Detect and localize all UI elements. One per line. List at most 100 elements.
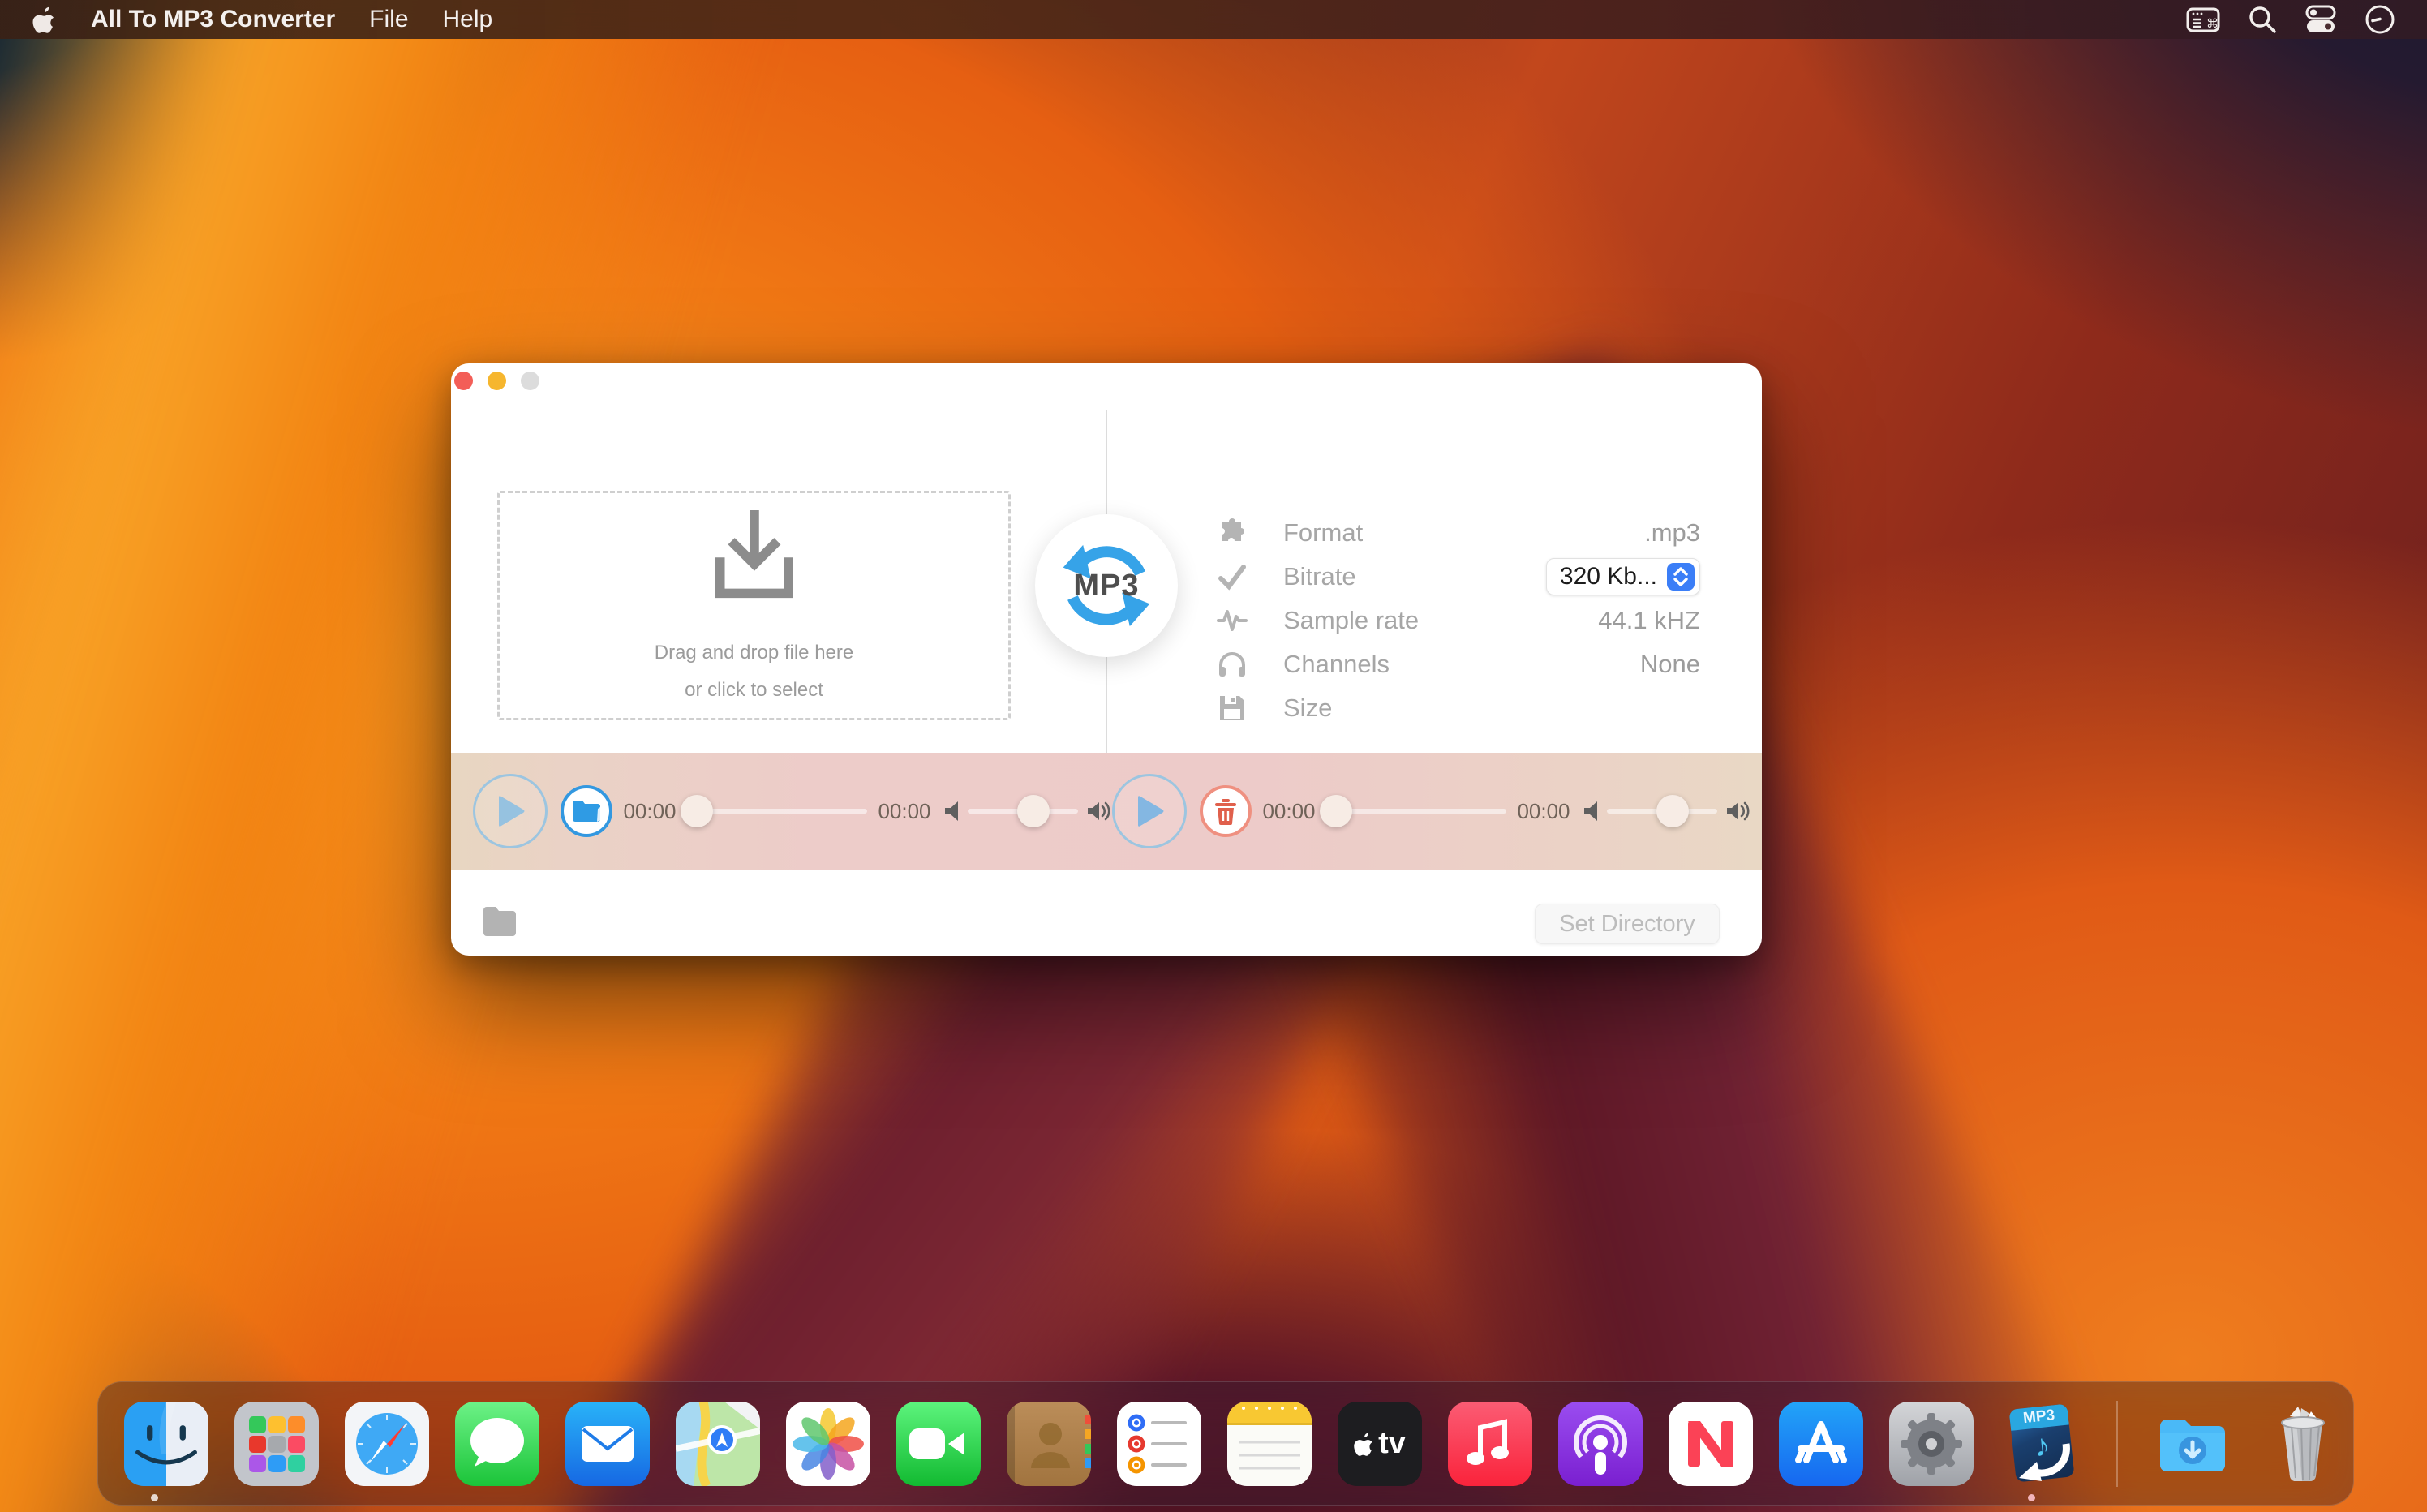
check-icon xyxy=(1217,562,1248,591)
puzzle-icon xyxy=(1217,518,1248,548)
minimize-button[interactable] xyxy=(488,372,506,390)
dock-item-reminders[interactable] xyxy=(1117,1402,1201,1486)
time-elapsed: 00:00 xyxy=(1258,799,1320,824)
dock-item-launchpad[interactable] xyxy=(234,1402,319,1486)
badge-label: MP3 xyxy=(1073,569,1139,604)
clock-icon[interactable] xyxy=(2364,3,2396,36)
seek-slider[interactable] xyxy=(1323,793,1506,829)
mp3-convert-badge: MP3 xyxy=(1035,514,1178,657)
folder-icon xyxy=(571,799,602,823)
setting-value: None xyxy=(1640,650,1700,679)
seek-slider[interactable] xyxy=(684,793,867,829)
setting-row-size: Size xyxy=(1217,686,1700,730)
keyboard-input-icon[interactable]: ⌘ xyxy=(2185,5,2221,34)
slider-thumb[interactable] xyxy=(1656,795,1689,827)
dock-item-podcasts[interactable] xyxy=(1558,1402,1643,1486)
dock-item-photos[interactable] xyxy=(786,1402,870,1486)
music-icon xyxy=(1448,1402,1532,1486)
output-folder-icon xyxy=(482,905,518,940)
dock-item-trash[interactable] xyxy=(2261,1402,2345,1486)
volume-slider[interactable] xyxy=(968,793,1078,829)
news-icon xyxy=(1669,1402,1753,1486)
file-dropzone[interactable]: Drag and drop file here or click to sele… xyxy=(497,491,1011,720)
play-source-button[interactable] xyxy=(473,774,548,848)
bitrate-select[interactable]: 320 Kb... xyxy=(1546,558,1700,595)
dock-item-music[interactable] xyxy=(1448,1402,1532,1486)
dropzone-line1: Drag and drop file here xyxy=(655,642,853,664)
downloads-folder-icon xyxy=(2150,1402,2235,1486)
running-indicator-mp3-converter xyxy=(2028,1494,2035,1501)
dock-item-facetime[interactable] xyxy=(896,1402,981,1486)
bitrate-value: 320 Kb... xyxy=(1560,563,1657,591)
app-store-icon xyxy=(1779,1402,1863,1486)
setting-row-bitrate: Bitrate 320 Kb... xyxy=(1217,555,1700,599)
setting-label: Channels xyxy=(1283,650,1640,679)
reminders-icon xyxy=(1117,1402,1201,1486)
set-directory-button[interactable]: Set Directory xyxy=(1535,904,1720,944)
convert-arrow-overlay xyxy=(2000,1402,2084,1486)
play-icon xyxy=(1133,793,1166,829)
delete-output-button[interactable] xyxy=(1200,785,1252,837)
mail-icon xyxy=(565,1402,650,1486)
gear-icon xyxy=(1889,1402,1974,1486)
stepper-icon xyxy=(1667,563,1695,591)
setting-row-format: Format .mp3 xyxy=(1217,511,1700,555)
waveform-icon xyxy=(1217,608,1248,634)
play-output-button[interactable] xyxy=(1112,774,1187,848)
volume-slider[interactable] xyxy=(1607,793,1717,829)
save-icon xyxy=(1217,694,1248,722)
messages-icon xyxy=(455,1402,539,1486)
control-center-icon[interactable] xyxy=(2304,4,2338,35)
active-app-menu[interactable]: All To MP3 Converter xyxy=(91,6,335,33)
dock-item-contacts[interactable] xyxy=(1007,1402,1091,1486)
safari-icon xyxy=(345,1402,429,1486)
menu-bar: All To MP3 Converter File Help ⌘ xyxy=(0,0,2427,39)
svg-text:⌘: ⌘ xyxy=(2206,16,2219,31)
dock-item-downloads-folder[interactable] xyxy=(2150,1402,2235,1486)
dock-item-finder[interactable] xyxy=(124,1402,208,1486)
menu-file[interactable]: File xyxy=(369,6,408,33)
volume-low-icon[interactable] xyxy=(943,800,964,823)
apple-menu[interactable] xyxy=(32,6,57,33)
apple-logo-icon xyxy=(32,6,57,33)
dock-item-news[interactable] xyxy=(1669,1402,1753,1486)
apple-tv-icon: tv xyxy=(1338,1402,1422,1486)
slider-thumb[interactable] xyxy=(681,795,713,827)
finder-icon xyxy=(124,1402,208,1486)
desktop: All To MP3 Converter File Help ⌘ xyxy=(0,0,2427,1512)
dock-item-app-store[interactable] xyxy=(1779,1402,1863,1486)
dock-item-maps[interactable] xyxy=(676,1402,760,1486)
close-button[interactable] xyxy=(454,372,473,390)
setting-label: Size xyxy=(1283,694,1700,723)
notes-icon xyxy=(1227,1402,1312,1486)
dock-item-safari[interactable] xyxy=(345,1402,429,1486)
menu-help[interactable]: Help xyxy=(443,6,493,33)
output-settings-panel: Format .mp3 Bitrate 320 Kb... xyxy=(1217,511,1700,730)
dock-item-all-to-mp3-converter[interactable]: MP3 ♪ xyxy=(2000,1402,2084,1486)
volume-high-icon[interactable] xyxy=(1725,799,1753,823)
trash-icon xyxy=(1214,797,1238,825)
output-player: 00:00 00:00 xyxy=(1112,753,1753,870)
open-file-button[interactable] xyxy=(561,785,612,837)
dock-item-notes[interactable] xyxy=(1227,1402,1312,1486)
slider-thumb[interactable] xyxy=(1017,795,1050,827)
dock-item-system-settings[interactable] xyxy=(1889,1402,1974,1486)
dock-item-mail[interactable] xyxy=(565,1402,650,1486)
dropzone-line2: or click to select xyxy=(685,679,823,702)
setting-label: Format xyxy=(1283,518,1644,548)
launchpad-icon xyxy=(234,1402,319,1486)
dock-item-messages[interactable] xyxy=(455,1402,539,1486)
volume-high-icon[interactable] xyxy=(1086,799,1114,823)
slider-thumb[interactable] xyxy=(1320,795,1352,827)
headphones-icon xyxy=(1217,651,1248,678)
setting-row-channels: Channels None xyxy=(1217,642,1700,686)
time-total: 00:00 xyxy=(1513,799,1574,824)
spotlight-search-icon[interactable] xyxy=(2247,4,2278,35)
player-bar: 00:00 00:00 xyxy=(451,753,1762,870)
podcasts-icon xyxy=(1558,1402,1643,1486)
photos-icon xyxy=(786,1402,870,1486)
dock-item-apple-tv[interactable]: tv xyxy=(1338,1402,1422,1486)
time-total: 00:00 xyxy=(874,799,935,824)
zoom-button[interactable] xyxy=(521,372,539,390)
volume-low-icon[interactable] xyxy=(1583,800,1604,823)
